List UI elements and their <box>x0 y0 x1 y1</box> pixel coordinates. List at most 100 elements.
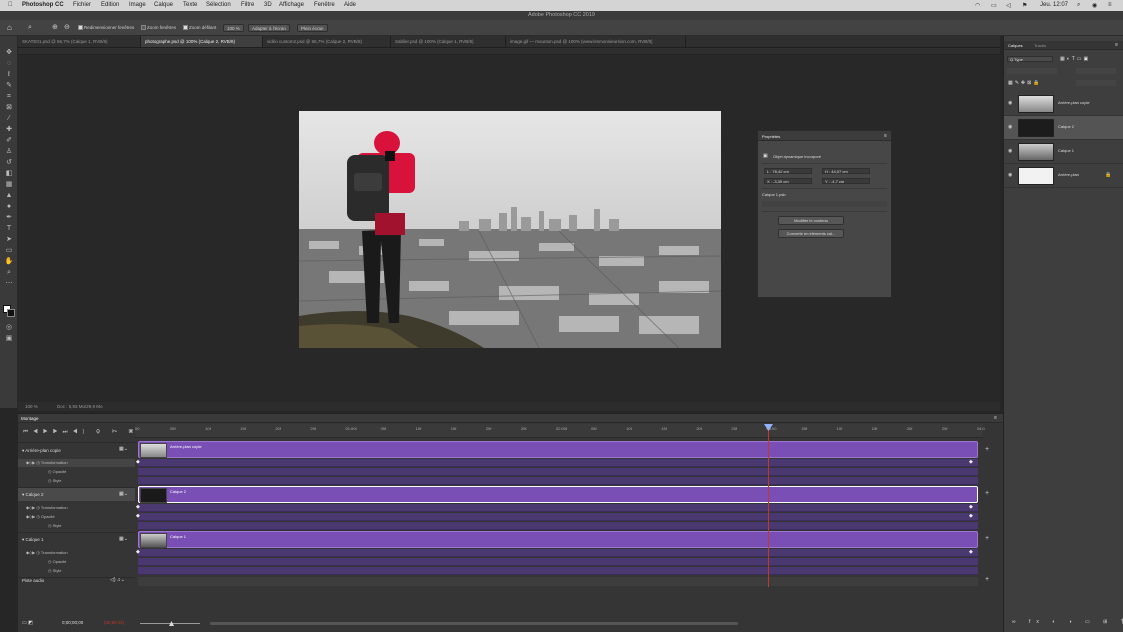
visibility-eye-icon[interactable]: ◉ <box>1008 148 1012 154</box>
keyframe-marker[interactable]: ◆ <box>969 513 973 519</box>
eyedropper-tool-icon[interactable]: ⁄ <box>4 114 14 123</box>
menubar-clock[interactable]: Jeu. 12:07 <box>1040 2 1068 8</box>
fill-field[interactable] <box>1076 80 1116 86</box>
zoom-tool-icon[interactable]: ⌕ <box>28 24 32 32</box>
visibility-eye-icon[interactable]: ◉ <box>1008 124 1012 130</box>
blend-mode-select[interactable] <box>1007 68 1057 74</box>
keyframe-lane[interactable] <box>138 513 978 521</box>
add-media-button[interactable]: + <box>985 535 989 542</box>
flag-icon[interactable]: ⚑ <box>1022 2 1027 9</box>
track-calque-2[interactable]: ▾ Calque 2 <box>22 492 44 498</box>
frame-tool-icon[interactable]: ⊠ <box>4 103 14 112</box>
fit-screen-button[interactable]: Adapter à l'écran <box>248 24 290 32</box>
keyframe-marker[interactable]: ◆ <box>136 549 140 555</box>
menu-affichage[interactable]: Affichage <box>279 2 304 8</box>
layer-row[interactable]: ◉ Calque 1 <box>1004 140 1123 164</box>
opacity-field[interactable] <box>1076 68 1116 74</box>
menu-selection[interactable]: Sélection <box>206 2 231 8</box>
edit-contents-button[interactable]: Modifier le contenu <box>778 216 844 225</box>
properties-menu-icon[interactable]: ≡ <box>884 133 887 139</box>
zoom-in-icon[interactable]: ⊕ <box>52 24 58 32</box>
keyframe-marker[interactable]: ◆ <box>969 549 973 555</box>
hand-tool-icon[interactable]: ✋ <box>4 257 14 266</box>
keyframe-marker[interactable]: ◆ <box>136 459 140 465</box>
audio-lane[interactable] <box>138 577 978 586</box>
prop-transformation[interactable]: ◆◇▶ ◷ Transformation <box>26 505 68 510</box>
playhead[interactable] <box>768 424 769 587</box>
timeline-scrollbar[interactable] <box>210 622 738 625</box>
menu-fenetre[interactable]: Fenêtre <box>314 2 335 8</box>
menu-texte[interactable]: Texte <box>183 2 197 8</box>
timeline-zoom-slider[interactable] <box>140 623 200 624</box>
visibility-eye-icon[interactable]: ◉ <box>1008 100 1012 106</box>
timeline-menu-icon[interactable]: ≡ <box>994 415 997 421</box>
zoom-value-field[interactable]: 100 % <box>223 24 244 32</box>
keyframe-lane[interactable] <box>138 549 978 557</box>
prop-opacity[interactable]: ◷ Opacité <box>48 469 66 474</box>
keyframe-lane[interactable] <box>138 468 978 476</box>
prop-style[interactable]: ◷ Style <box>48 478 62 483</box>
prop-transformation[interactable]: ◆◇▶ ◷ Transformation <box>26 550 68 555</box>
stamp-tool-icon[interactable]: ♙ <box>4 147 14 156</box>
keyframe-lane[interactable] <box>138 558 978 566</box>
track-options-icon[interactable]: ▦⌄ <box>119 491 128 497</box>
marquee-tool-icon[interactable]: ◌ <box>4 59 14 68</box>
keyframe-marker[interactable]: ◆ <box>969 459 973 465</box>
keyframe-marker[interactable]: ◆ <box>136 504 140 510</box>
home-icon[interactable]: ⌂ <box>7 24 12 32</box>
crop-tool-icon[interactable]: ⌗ <box>4 92 14 101</box>
pen-tool-icon[interactable]: ✒ <box>4 213 14 222</box>
properties-title[interactable]: Propriétés <box>762 134 780 139</box>
menu-3d[interactable]: 3D <box>264 2 272 8</box>
brush-tool-icon[interactable]: ✐ <box>4 136 14 145</box>
document-image[interactable] <box>299 111 721 348</box>
blur-tool-icon[interactable]: ▲ <box>4 191 14 200</box>
menu-app[interactable]: Photoshop CC <box>22 2 64 8</box>
layer-action-icons[interactable]: ∞ fx ◐ ◑ ▭ ⊞ 🗑 <box>1012 619 1123 625</box>
keyframe-marker[interactable]: ◆ <box>969 504 973 510</box>
tab-layers[interactable]: Calques <box>1008 43 1023 48</box>
y-field[interactable]: Y : -4,7 cm <box>822 178 870 184</box>
menu-aide[interactable]: Aide <box>344 2 356 8</box>
fill-screen-button[interactable]: Plein écran <box>297 24 328 32</box>
track-options-icon[interactable]: ▦⌄ <box>119 446 128 452</box>
prop-opacity[interactable]: ◷ Opacité <box>48 559 66 564</box>
layer-row[interactable]: ◉ Arrière-plan 🔒 <box>1004 164 1123 188</box>
menu-image[interactable]: Image <box>129 2 146 8</box>
tab-photographe[interactable]: photographe.psd @ 100% (Calque 2, RVB/8) <box>141 36 263 47</box>
timecode[interactable]: 0;00;00;00 <box>62 620 83 625</box>
keyframe-lane[interactable] <box>138 522 978 530</box>
tab-image-gif[interactable]: image.gif — mounton.psd @ 100% (www.lesm… <box>506 36 686 47</box>
keyframe-lane[interactable] <box>138 567 978 575</box>
height-field[interactable]: H : 44,07 cm <box>822 168 870 174</box>
move-tool-icon[interactable]: ✥ <box>4 48 14 57</box>
clip-calque-2[interactable]: Calque 2 <box>138 486 978 503</box>
add-audio-button[interactable]: + <box>985 576 989 583</box>
spotlight-icon[interactable]: ⌕ <box>1077 2 1080 9</box>
tab-sablier[interactable]: Sablier.psd @ 100% (Calque 1, RVB/8) <box>391 36 506 47</box>
layer-comp-select[interactable] <box>762 201 887 207</box>
timeline-title[interactable]: Montage <box>21 416 39 421</box>
shape-tool-icon[interactable]: ▭ <box>4 246 14 255</box>
audio-track-label[interactable]: Piste audio <box>22 578 44 583</box>
prop-style[interactable]: ◷ Style <box>48 523 62 528</box>
keyframe-lane[interactable] <box>138 459 978 467</box>
track-options-icon[interactable]: ▦⌄ <box>119 536 128 542</box>
siri-icon[interactable]: ◉ <box>1092 2 1097 9</box>
background-color-swatch[interactable] <box>7 309 15 317</box>
healing-tool-icon[interactable]: ✚ <box>4 125 14 134</box>
layer-row[interactable]: ◉ Calque 2 <box>1004 116 1123 140</box>
prop-opacity[interactable]: ◆◇▶ ◷ Opacité <box>26 514 55 519</box>
tab-skate01[interactable]: SKATE01.psd @ 66,7% (Calque 1, RVB/8) <box>18 36 141 47</box>
eraser-tool-icon[interactable]: ◧ <box>4 169 14 178</box>
notification-icon[interactable]: ≡ <box>1108 2 1112 8</box>
resize-windows-checkbox[interactable]: Redimensionner fenêtres <box>78 24 134 32</box>
width-field[interactable]: L : 78,42 cm <box>764 168 812 174</box>
visibility-eye-icon[interactable]: ◉ <box>1008 172 1012 178</box>
track-arriere-plan-copie[interactable]: ▾ Arrière-plan copie <box>22 448 61 454</box>
lock-icons[interactable]: ▦✎✥⊠🔒 <box>1008 80 1042 86</box>
zoom-tool-sidebar-icon[interactable]: ⌕ <box>4 268 14 277</box>
battery-icon[interactable]: ▭ <box>991 2 997 9</box>
history-brush-icon[interactable]: ↺ <box>4 158 14 167</box>
prop-style[interactable]: ◷ Style <box>48 568 62 573</box>
